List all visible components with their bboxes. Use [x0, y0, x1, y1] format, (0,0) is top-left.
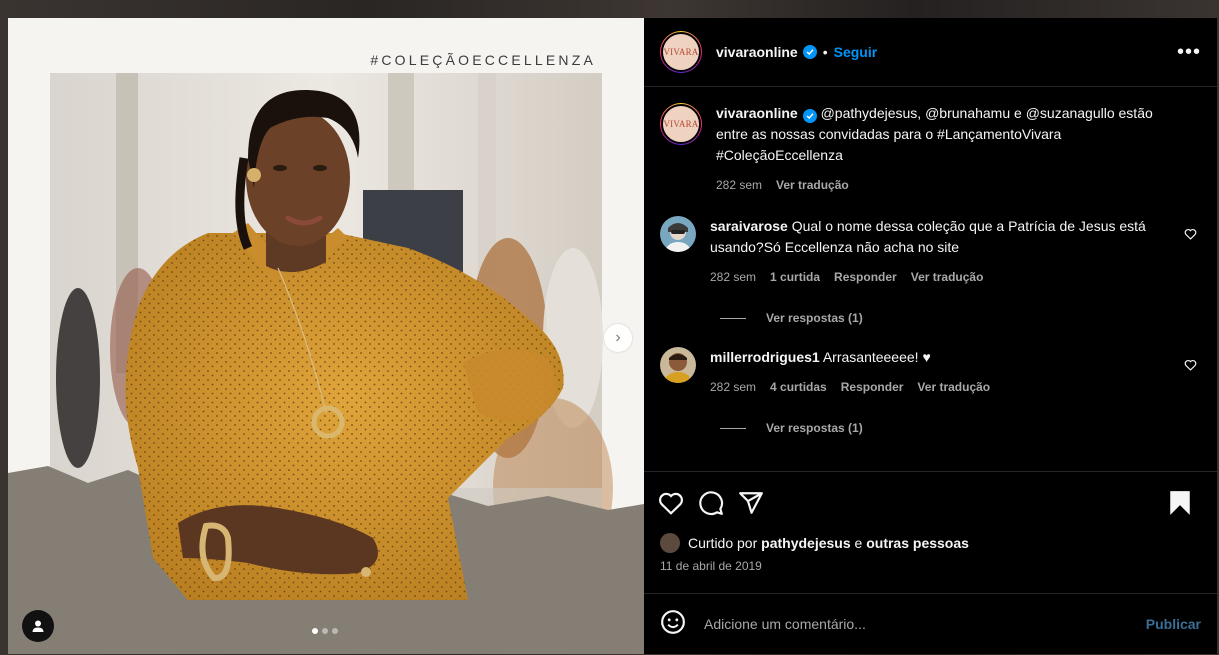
- post-photo: [8, 73, 644, 654]
- avatar: VIVARA: [661, 104, 701, 144]
- post-header: VIVARA vivaraonline • Seguir •••: [644, 18, 1217, 87]
- translate-button[interactable]: Ver tradução: [776, 175, 849, 196]
- comment-item: millerrodrigues1 Arrasanteeeee! ♥ 282 se…: [660, 347, 1201, 398]
- carousel-next-button[interactable]: ›: [604, 324, 632, 352]
- post-actions-bar: [644, 471, 1217, 533]
- comment-username-link[interactable]: millerrodrigues1: [710, 349, 820, 365]
- caption: VIVARA vivaraonline @pathydejesus, @brun…: [660, 103, 1201, 196]
- translate-button[interactable]: Ver tradução: [911, 267, 984, 288]
- caption-avatar-ring[interactable]: VIVARA: [660, 103, 702, 145]
- hashtag-overlay: #COLEÇÃOECCELLENZA: [370, 52, 596, 68]
- verified-badge-icon: [802, 45, 817, 59]
- comment-likes-link[interactable]: 4 curtidas: [770, 377, 827, 398]
- publish-button[interactable]: Publicar: [1146, 616, 1201, 632]
- comment-username-link[interactable]: saraivarose: [710, 218, 788, 234]
- profile-username-link[interactable]: vivaraonline: [716, 44, 798, 60]
- avatar[interactable]: [660, 533, 680, 553]
- user-icon: [32, 620, 44, 632]
- bookmark-icon: [1170, 490, 1190, 515]
- reply-button[interactable]: Responder: [834, 267, 897, 288]
- follow-button[interactable]: Seguir: [834, 44, 878, 60]
- avatar[interactable]: [660, 216, 696, 252]
- emoji-button[interactable]: [660, 609, 686, 640]
- comment-icon: [699, 490, 724, 515]
- liked-by-prefix: Curtido por: [688, 535, 758, 551]
- translate-button[interactable]: Ver tradução: [917, 377, 990, 398]
- heart-icon[interactable]: [1184, 359, 1197, 371]
- comment-input[interactable]: [702, 615, 1146, 633]
- carousel-dot: [332, 628, 338, 634]
- verified-badge-icon: [802, 109, 817, 123]
- liked-by-others-link[interactable]: outras pessoas: [866, 535, 969, 551]
- liked-by-user-link[interactable]: pathydejesus: [761, 535, 850, 551]
- caption-username-link[interactable]: vivaraonline: [716, 105, 798, 121]
- comments-list[interactable]: VIVARA vivaraonline @pathydejesus, @brun…: [644, 87, 1217, 471]
- comment-likes-link[interactable]: 1 curtida: [770, 267, 820, 288]
- view-replies-button[interactable]: Ver respostas (1): [720, 421, 1201, 435]
- profile-avatar-ring[interactable]: VIVARA: [660, 31, 702, 73]
- comment-text: Arrasanteeeee! ♥: [822, 349, 931, 365]
- emoji-icon: [661, 609, 685, 634]
- heart-icon: [659, 492, 683, 515]
- likes-section: Curtido por pathydejesus e outras pessoa…: [660, 533, 1201, 573]
- post-media[interactable]: #COLEÇÃOECCELLENZA ›: [8, 18, 644, 654]
- like-button[interactable]: [658, 491, 684, 515]
- avatar: VIVARA: [661, 32, 701, 72]
- post-date[interactable]: 11 de abril de 2019: [660, 559, 1201, 573]
- share-button[interactable]: [738, 490, 764, 516]
- divider: [720, 317, 746, 319]
- divider: [720, 427, 746, 429]
- post-details-panel: VIVARA vivaraonline • Seguir ••• VIVARA: [644, 18, 1217, 654]
- avatar[interactable]: [660, 347, 696, 383]
- comment-button[interactable]: [698, 490, 724, 516]
- liked-by-connector: e: [854, 535, 863, 551]
- heart-icon[interactable]: [1184, 228, 1197, 240]
- post-modal: #COLEÇÃOECCELLENZA › VIVARA vivaraonline: [8, 18, 1217, 654]
- separator: •: [822, 44, 828, 60]
- comment-time[interactable]: 282 sem: [710, 377, 756, 398]
- more-options-icon[interactable]: •••: [1177, 41, 1201, 64]
- view-replies-button[interactable]: Ver respostas (1): [720, 311, 1201, 325]
- caption-time[interactable]: 282 sem: [716, 175, 762, 196]
- carousel-dot: [322, 628, 328, 634]
- carousel-indicator: [312, 628, 338, 634]
- comment-item: saraivarose Qual o nome dessa coleção qu…: [660, 216, 1201, 288]
- reply-button[interactable]: Responder: [841, 377, 904, 398]
- send-icon: [739, 491, 763, 514]
- comment-time[interactable]: 282 sem: [710, 267, 756, 288]
- save-button[interactable]: [1169, 490, 1191, 516]
- comment-composer: Publicar: [644, 593, 1217, 654]
- chevron-right-icon: ›: [615, 329, 621, 346]
- view-replies-label: Ver respostas (1): [766, 421, 863, 435]
- view-replies-label: Ver respostas (1): [766, 311, 863, 325]
- carousel-dot: [312, 628, 318, 634]
- tagged-users-button[interactable]: [22, 610, 54, 642]
